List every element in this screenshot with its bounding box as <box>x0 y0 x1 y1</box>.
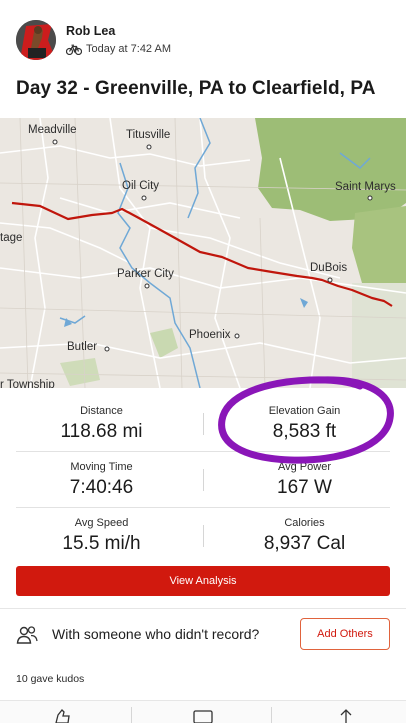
stat-elevation-gain: Elevation Gain 8,583 ft <box>203 405 406 443</box>
activity-header: Rob Lea Today at 7:42 AM <box>0 0 406 72</box>
add-others-button[interactable]: Add Others <box>300 618 390 650</box>
row-divider <box>16 451 390 452</box>
kudos-count[interactable]: 10 gave kudos <box>16 673 84 685</box>
add-others-row: With someone who didn't record? Add Othe… <box>0 616 406 654</box>
activity-title[interactable]: Day 32 - Greenville, PA to Clearfield, P… <box>16 78 376 100</box>
stat-value: 8,583 ft <box>272 421 337 442</box>
stat-value: 7:40:46 <box>69 477 134 498</box>
stat-moving-time: Moving Time 7:40:46 <box>0 461 203 499</box>
stat-value: 8,937 Cal <box>263 533 346 554</box>
bar-divider <box>131 707 132 723</box>
view-analysis-button[interactable]: View Analysis <box>16 566 390 596</box>
stat-label: Calories <box>284 517 325 529</box>
row-divider <box>16 507 390 508</box>
stat-label: Elevation Gain <box>268 405 341 417</box>
map-label-titusville: Titusville <box>126 129 171 141</box>
stat-label: Avg Speed <box>74 517 129 529</box>
bar-divider <box>271 707 272 723</box>
stat-avg-power: Avg Power 167 W <box>203 461 406 499</box>
activity-timestamp: Today at 7:42 AM <box>86 43 171 55</box>
map-label-saint-marys: Saint Marys <box>335 181 396 193</box>
route-map[interactable]: Meadville Titusville Oil City Saint Mary… <box>0 118 406 388</box>
map-label-dubois: DuBois <box>310 262 348 274</box>
avatar[interactable] <box>16 20 56 60</box>
map-label-phoenix: Phoenix <box>189 329 231 341</box>
bike-icon <box>66 44 82 55</box>
activity-meta: Today at 7:42 AM <box>66 43 171 55</box>
map-label-tage: tage <box>0 232 23 244</box>
people-icon <box>16 626 38 644</box>
stat-value: 118.68 mi <box>60 421 143 442</box>
stat-avg-speed: Avg Speed 15.5 mi/h <box>0 517 203 555</box>
stat-distance: Distance 118.68 mi <box>0 405 203 443</box>
record-prompt-text: With someone who didn't record? <box>52 626 260 642</box>
stat-label: Avg Power <box>278 461 331 473</box>
stat-label: Moving Time <box>70 461 133 473</box>
stat-value: 167 W <box>277 477 332 498</box>
map-canvas <box>0 118 406 388</box>
map-label-oil-city: Oil City <box>122 180 160 192</box>
map-label-township: r Township <box>0 379 55 388</box>
section-divider <box>0 608 406 609</box>
comment-icon[interactable] <box>193 709 213 723</box>
athlete-name[interactable]: Rob Lea <box>66 24 115 38</box>
stat-value: 15.5 mi/h <box>62 533 141 554</box>
stat-calories: Calories 8,937 Cal <box>203 517 406 555</box>
bottom-action-bar <box>0 700 406 723</box>
map-label-butler: Butler <box>67 341 98 353</box>
share-icon[interactable] <box>336 709 356 723</box>
map-label-meadville: Meadville <box>28 124 77 136</box>
kudos-thumb-icon[interactable] <box>52 709 72 723</box>
map-label-parker-city: Parker City <box>117 268 174 280</box>
stat-label: Distance <box>80 405 123 417</box>
